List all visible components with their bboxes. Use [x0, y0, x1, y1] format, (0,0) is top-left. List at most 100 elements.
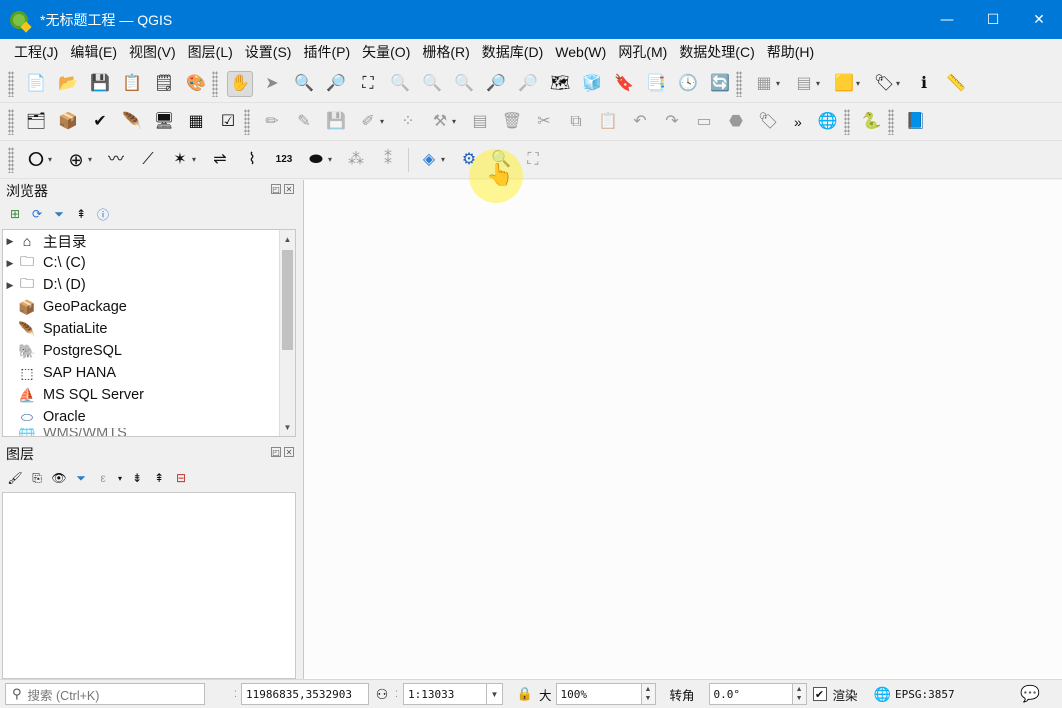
close-button[interactable]: ✕ [1016, 0, 1062, 39]
chevron-down-icon[interactable]: ▾ [116, 469, 124, 487]
toolbar-grip[interactable] [736, 70, 742, 97]
menu-mesh[interactable]: 网孔(M) [612, 42, 673, 62]
field-calculator-icon[interactable]: ▤ [791, 71, 817, 97]
remove-layer-icon[interactable]: ⊟ [172, 469, 190, 487]
style-manager-icon[interactable]: 🎨 [183, 71, 209, 97]
crs-label[interactable]: EPSG:3857 [895, 688, 955, 701]
current-edits-icon[interactable]: ✏ [259, 109, 285, 135]
save-project-icon[interactable]: 💾 [87, 71, 113, 97]
pan-to-selection-icon[interactable]: ➤ [259, 71, 285, 97]
zoom-in-icon[interactable]: 🔍 [291, 71, 317, 97]
modify-attributes-icon[interactable]: ▤ [467, 109, 493, 135]
map-canvas[interactable] [303, 180, 1062, 679]
layout-manager-icon[interactable]: 🗒 [151, 71, 177, 97]
manage-map-themes-eye-icon[interactable]: 👁 [50, 469, 68, 487]
magnifier-field[interactable]: 100% [555, 683, 642, 705]
delete-selected-icon[interactable]: 🗑 [499, 109, 525, 135]
new-3d-map-view-icon[interactable]: 🧊 [579, 71, 605, 97]
merge-features-icon[interactable]: ⁂ [343, 147, 369, 173]
tree-item[interactable]: ⛵ MS SQL Server [3, 384, 295, 406]
chevron-down-icon[interactable]: ▾ [856, 79, 866, 88]
add-layer-stack-icon[interactable]: ◈ [416, 147, 442, 173]
split-features-icon[interactable]: ⇌ [207, 147, 233, 173]
show-bookmarks-icon[interactable]: 📑 [643, 71, 669, 97]
tree-item[interactable]: 🪶 SpatiaLite [3, 318, 295, 340]
coordinate-field[interactable]: 11986835,3532903 [241, 683, 369, 705]
crs-globe-icon[interactable]: 🌐 [874, 686, 891, 703]
new-bookmark-icon[interactable]: 🔖 [611, 71, 637, 97]
cut-features-icon[interactable]: ✂ [531, 109, 557, 135]
rotation-spinner[interactable]: ▲ ▼ [792, 683, 807, 705]
filter-icon[interactable]: ⏷ [50, 205, 68, 223]
save-layer-edits-icon[interactable]: 💾 [323, 109, 349, 135]
render-checkbox[interactable]: ✔ [812, 687, 827, 701]
menu-edit[interactable]: 编辑(E) [64, 42, 123, 62]
add-line-icon[interactable]: ⟋ [135, 147, 161, 173]
filter-by-expression-icon[interactable]: ε [94, 469, 112, 487]
quickosm-icon[interactable]: 🌐 [815, 109, 841, 135]
toggle-extents-icon[interactable]: ⚇ [369, 686, 395, 703]
numeric-digitizing-icon[interactable]: 123 [271, 147, 297, 173]
zoom-out-icon[interactable]: 🔎 [323, 71, 349, 97]
zoom-full-icon[interactable]: ⛶ [355, 71, 381, 97]
maximize-button[interactable]: ☐ [970, 0, 1016, 39]
new-memory-layer-icon[interactable]: 🖥 [151, 109, 177, 135]
redo-icon[interactable]: ↷ [659, 109, 685, 135]
new-project-icon[interactable]: 📄 [23, 71, 49, 97]
open-project-icon[interactable]: 📂 [55, 71, 81, 97]
chevron-down-icon[interactable]: ▼ [487, 683, 503, 705]
new-shapefile-layer-icon[interactable]: ✔ [87, 109, 113, 135]
help-icon[interactable]: 📘 [903, 109, 929, 135]
menu-project[interactable]: 工程(J) [8, 42, 64, 62]
chevron-down-icon[interactable]: ▾ [88, 155, 98, 164]
chevron-down-icon[interactable]: ▾ [896, 79, 906, 88]
expand-arrow-icon[interactable]: ▶ [3, 236, 17, 247]
menu-help[interactable]: 帮助(H) [761, 42, 820, 62]
close-panel-icon[interactable]: ✕ [284, 184, 294, 194]
info-icon[interactable]: ⓘ [94, 205, 112, 223]
diagram-tool-icon[interactable]: ⬣ [723, 109, 749, 135]
menu-view[interactable]: 视图(V) [123, 42, 182, 62]
expand-arrow-icon[interactable]: ▶ [3, 280, 17, 291]
tree-item[interactable]: 🐘 PostgreSQL [3, 340, 295, 362]
menu-web[interactable]: Web(W) [549, 44, 612, 60]
toolbar-grip[interactable] [8, 146, 14, 173]
chevron-down-icon[interactable]: ▾ [380, 117, 390, 126]
chevron-down-icon[interactable]: ▾ [452, 117, 462, 126]
chevron-down-icon[interactable]: ▾ [816, 79, 826, 88]
browser-scrollbar[interactable]: ▲ ▼ [279, 230, 295, 436]
tree-item[interactable]: 📦 GeoPackage [3, 296, 295, 318]
label-tool-icon[interactable]: ▭ [691, 109, 717, 135]
layer-tree[interactable] [2, 492, 296, 679]
menu-layer[interactable]: 图层(L) [182, 42, 239, 62]
menu-vector[interactable]: 矢量(O) [356, 42, 416, 62]
menu-database[interactable]: 数据库(D) [476, 42, 549, 62]
zoom-next-icon[interactable]: 🔎 [515, 71, 541, 97]
messages-icon[interactable]: 💬 [1020, 684, 1040, 704]
new-spatialite-layer-icon[interactable]: 🪶 [119, 109, 145, 135]
digitize-with-segment-icon[interactable]: ✐ [355, 109, 381, 135]
menu-plugins[interactable]: 插件(P) [297, 42, 356, 62]
locator-search-input[interactable]: ⚲ 搜索 (Ctrl+K) [5, 683, 205, 705]
reshape-icon[interactable]: ⌇ [239, 147, 265, 173]
new-map-view-icon[interactable]: 🗺 [547, 71, 573, 97]
add-selected-layers-icon[interactable]: ⊞ [6, 205, 24, 223]
browser-tree[interactable]: ▶ ⌂ 主目录 ▶ 🗀 C:\ (C) ▶ 🗀 D:\ (D) 📦 GeoPac… [2, 229, 296, 437]
data-source-manager-icon[interactable]: 🗂 [23, 109, 49, 135]
expand-all-icon[interactable]: ⇟ [128, 469, 146, 487]
new-print-layout-icon[interactable]: 📋 [119, 71, 145, 97]
temporal-controller-icon[interactable]: 🕓 [675, 71, 701, 97]
toolbar-grip[interactable] [887, 108, 894, 135]
chevron-down-icon[interactable]: ▾ [441, 155, 451, 164]
scrollbar-thumb[interactable] [282, 250, 293, 350]
menu-settings[interactable]: 设置(S) [239, 42, 298, 62]
trace-curve-icon[interactable]: 〰 [103, 147, 129, 173]
tree-item[interactable]: ⬚ SAP HANA [3, 362, 295, 384]
collapse-all-icon[interactable]: ⇞ [150, 469, 168, 487]
paste-features-icon[interactable]: 📋 [595, 109, 621, 135]
vertex-tool-icon[interactable]: ⚒ [427, 109, 453, 135]
open-attribute-table-icon[interactable]: ▦ [751, 71, 777, 97]
tree-item[interactable]: ▶ 🗀 D:\ (D) [3, 274, 295, 296]
offset-curve-icon[interactable]: ✶ [167, 147, 193, 173]
chevron-down-icon[interactable]: ▾ [192, 155, 202, 164]
